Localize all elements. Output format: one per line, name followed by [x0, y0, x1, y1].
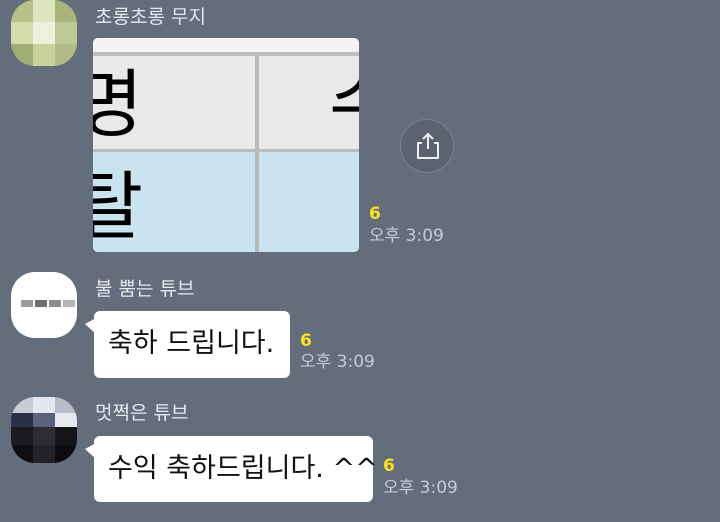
avatar-pixel [11, 0, 33, 22]
avatar-pixel [55, 445, 77, 463]
image-text-header-partial: 수 [329, 68, 359, 142]
message-time: 오후 3:09 [300, 352, 375, 372]
avatar-tube-fire[interactable] [11, 272, 77, 338]
message-time: 오후 3:09 [383, 478, 458, 498]
avatar-pixel [55, 0, 77, 22]
avatar-pixel [55, 397, 77, 413]
shared-image[interactable]: 명 수 탈 [93, 38, 359, 252]
avatar-pixel [33, 397, 55, 413]
avatar-pixel [35, 300, 47, 307]
image-top-strip [93, 38, 359, 52]
avatar-pixel [11, 445, 33, 463]
avatar-pixel [11, 413, 33, 427]
share-button[interactable] [400, 119, 454, 173]
avatar-pixel [33, 427, 55, 445]
image-text-cell: 탈 [93, 164, 144, 250]
message-text: 축하 드립니다. [108, 328, 275, 359]
image-text-header: 명 [93, 62, 144, 148]
message-bubble[interactable]: 축하 드립니다. [85, 311, 290, 378]
avatar-pixel [49, 300, 61, 307]
avatar-pixel [33, 445, 55, 463]
avatar-pixel [33, 413, 55, 427]
avatar-tube-shy[interactable] [11, 397, 77, 463]
avatar-pixel [33, 44, 55, 66]
message-bubble[interactable]: 수익 축하드립니다. ^^ [85, 436, 378, 502]
avatar-pixel [33, 0, 55, 22]
avatar-pixel [11, 22, 33, 44]
avatar-pixel [33, 22, 55, 44]
avatar-pixel [55, 427, 77, 445]
message-time: 오후 3:09 [369, 226, 444, 246]
avatar-pixel [11, 397, 33, 413]
avatar-pixel [55, 22, 77, 44]
avatar-pixel [63, 300, 75, 307]
avatar-pixel [11, 44, 33, 66]
image-table-column-divider [255, 56, 259, 252]
avatar-muji[interactable] [11, 0, 77, 66]
avatar-pixel [55, 44, 77, 66]
unread-count: 6 [383, 456, 395, 476]
share-icon [417, 132, 439, 159]
avatar-pixel [55, 413, 77, 427]
sender-name: 초롱초롱 무지 [95, 6, 206, 28]
message-text: 수익 축하드립니다. ^^ [108, 453, 378, 484]
unread-count: 6 [369, 204, 381, 224]
avatar-pixel [11, 427, 33, 445]
avatar-pixel [21, 300, 33, 307]
unread-count: 6 [300, 331, 312, 351]
sender-name: 불 뿜는 튜브 [95, 278, 195, 300]
sender-name: 멋쩍은 튜브 [95, 402, 189, 424]
